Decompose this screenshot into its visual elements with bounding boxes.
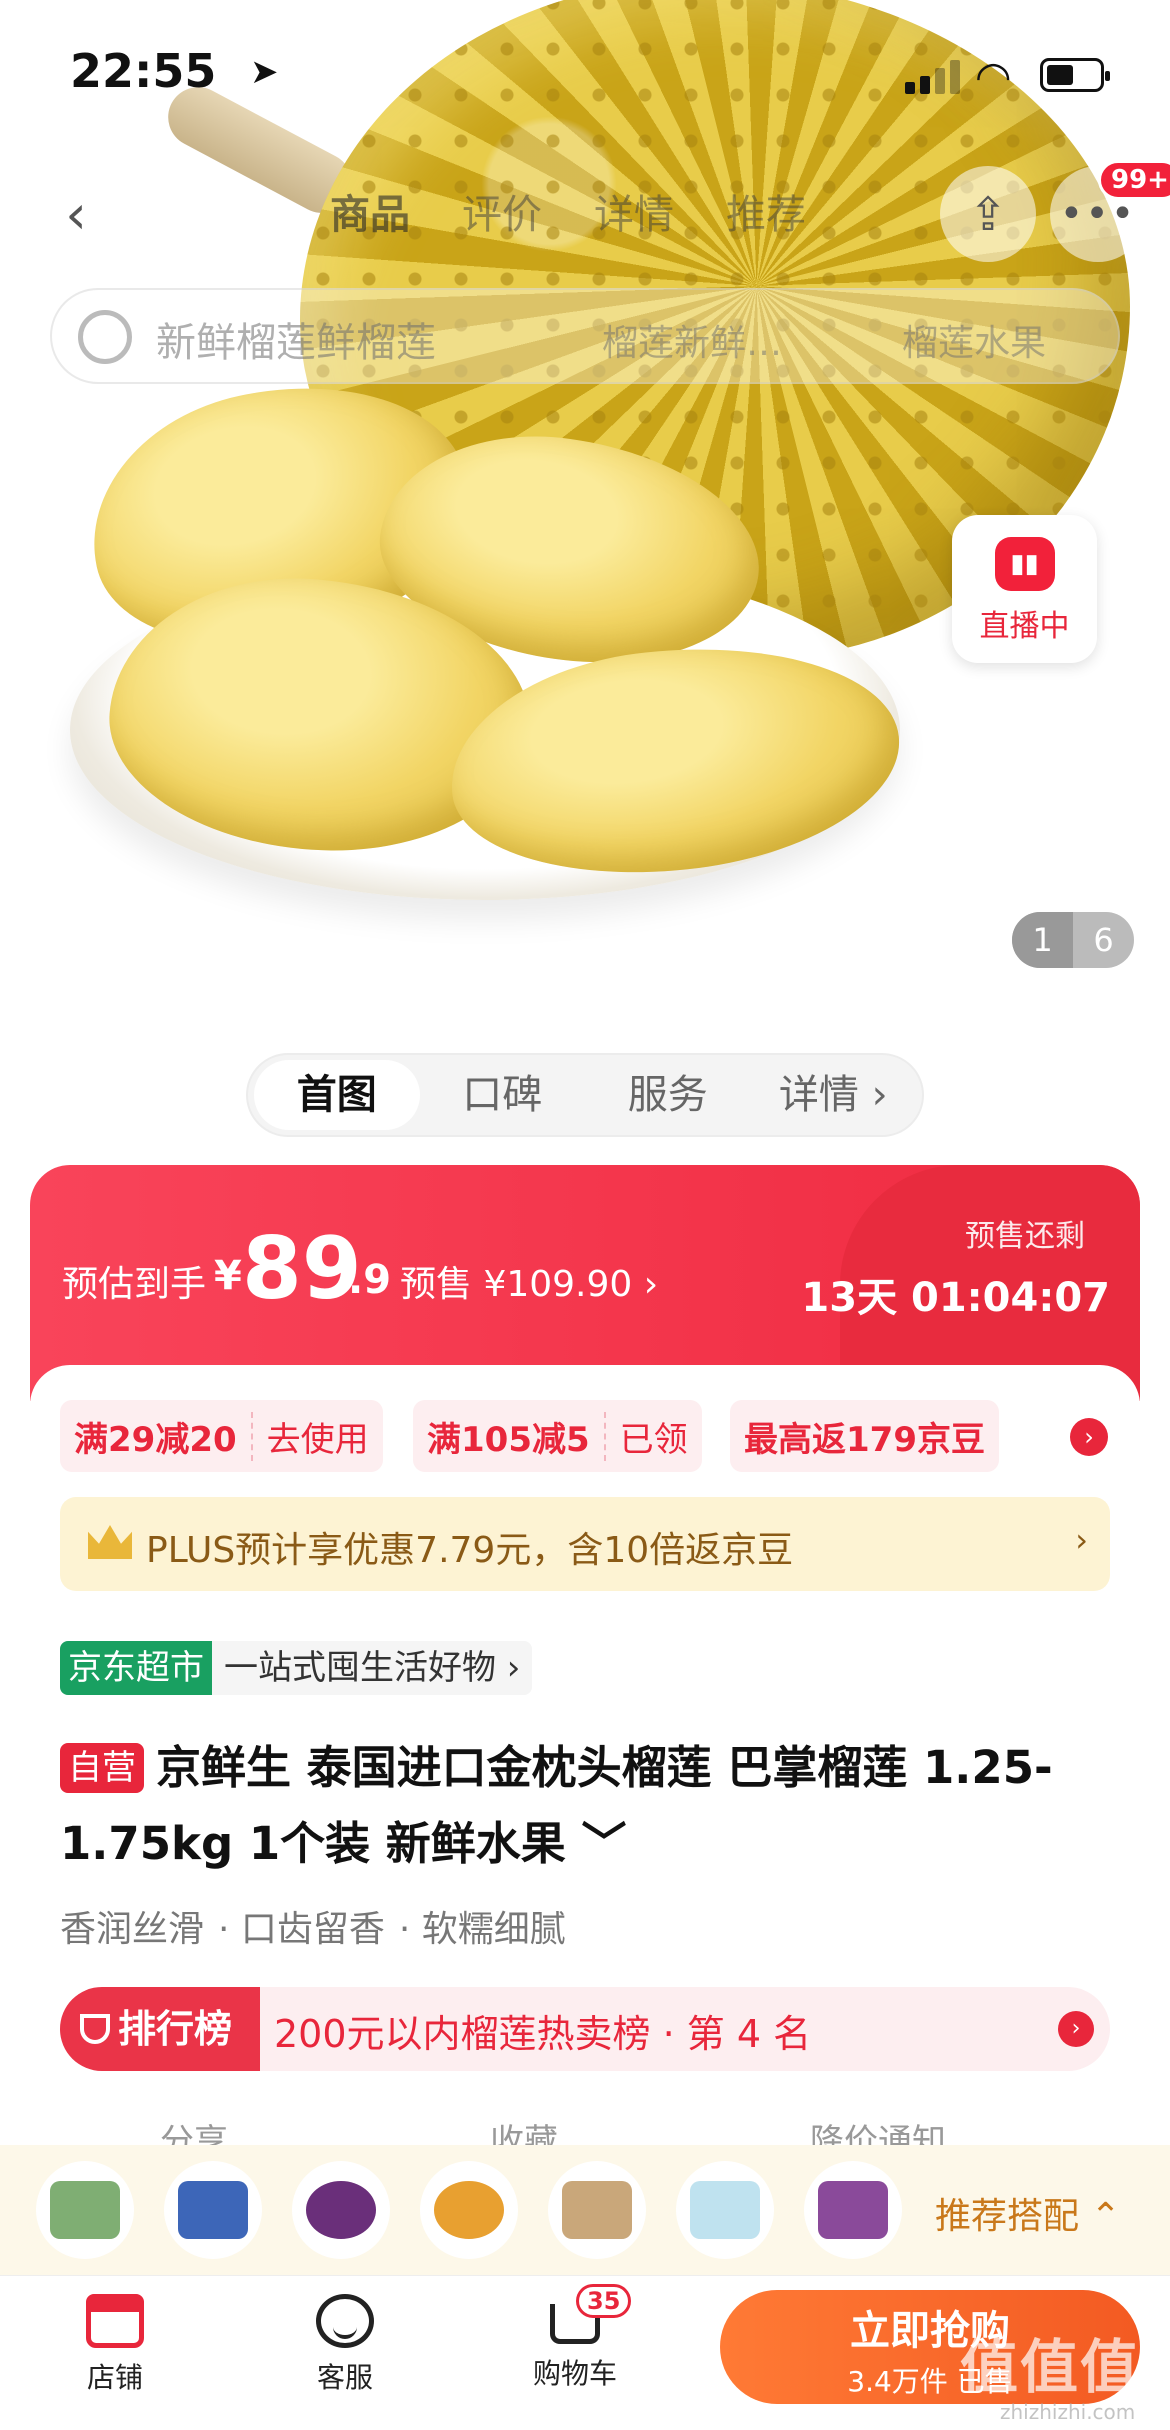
coupon-arrow-icon[interactable]: › — [1070, 1418, 1108, 1456]
live-button[interactable]: ▮▮ 直播中 — [952, 515, 1097, 663]
coupon[interactable]: 满29减20 去使用 — [60, 1400, 383, 1472]
service-label: 客服 — [316, 2361, 373, 2394]
location-icon: ➤ — [250, 52, 279, 92]
recommend-thumb[interactable] — [36, 2161, 134, 2259]
trophy-icon — [80, 2014, 110, 2044]
coupon-action: 已领 — [603, 1411, 702, 1461]
store-button[interactable]: 店铺 — [55, 2294, 175, 2396]
price-currency: ¥ — [214, 1253, 242, 1299]
service-button[interactable]: 客服 — [285, 2294, 405, 2396]
product-title[interactable]: 自营 京鲜生 泰国进口金枕头榴莲 巴掌榴莲 1.25-1.75kg 1个装 新鲜水… — [60, 1730, 1120, 1882]
wifi-icon: ◠ — [975, 52, 1012, 101]
recommend-strip: 推荐搭配 ⌃ — [0, 2145, 1170, 2275]
presale-price[interactable]: 预售 ¥109.90 › — [400, 1255, 658, 1307]
nav-tabs: 商品 评价 详情 推荐 — [330, 182, 806, 240]
product-image[interactable] — [0, 0, 1170, 1010]
recommend-thumb[interactable] — [420, 2161, 518, 2259]
coupon-title: 最高返179京豆 — [744, 1419, 985, 1460]
pager-total: 6 — [1093, 921, 1114, 959]
store-slogan: 一站式囤生活好物 › — [212, 1641, 533, 1695]
ranking-label-text: 排行榜 — [118, 2007, 233, 2051]
coupon-action[interactable]: 去使用 — [250, 1411, 383, 1461]
status-bar: 22:55 ➤ ◠ — [0, 0, 1170, 140]
coupon-title: 满105减5 — [427, 1419, 590, 1460]
store-icon — [86, 2294, 144, 2348]
service-icon — [316, 2294, 374, 2348]
share-icon: ⇪ — [968, 187, 1008, 241]
back-button[interactable]: ‹ — [28, 166, 124, 262]
search-chip[interactable]: 榴莲新鲜… — [602, 314, 782, 366]
tab-service[interactable]: 服务 — [585, 1060, 751, 1130]
store-name: 京东超市 — [60, 1641, 212, 1695]
recommend-thumb[interactable] — [164, 2161, 262, 2259]
tab-details[interactable]: 详情 — [594, 182, 674, 240]
section-tabs: 首图 口碑 服务 详情 › — [246, 1053, 924, 1137]
product-tag: · 软糯细腻 — [398, 1909, 566, 1950]
search-placeholder: 新鲜榴莲鲜榴莲 — [156, 320, 436, 366]
recommend-label[interactable]: 推荐搭配 ⌃ — [935, 2187, 1121, 2239]
cart-count-badge: 35 — [576, 2284, 632, 2318]
tab-detail[interactable]: 详情 › — [751, 1060, 917, 1130]
product-tag: 香润丝滑 — [60, 1909, 205, 1950]
cart-label: 购物车 — [532, 2357, 617, 2390]
chevron-right-icon: › — [1058, 2011, 1094, 2047]
price-integer: 89 — [242, 1219, 362, 1319]
battery-icon — [1040, 58, 1110, 92]
signal-icon — [905, 60, 965, 94]
presale-countdown: 13天 01:04:07 — [801, 1275, 1110, 1321]
watermark: 值值值 — [960, 2333, 1141, 2401]
recommend-thumb[interactable] — [548, 2161, 646, 2259]
ranking-banner[interactable]: 排行榜 200元以内榴莲热卖榜 · 第 4 名 › — [60, 1987, 1110, 2071]
status-time: 22:55 — [70, 44, 217, 98]
price-decimal: .9 — [348, 1257, 392, 1303]
crown-icon — [88, 1525, 132, 1559]
product-tags: 香润丝滑 · 口齿留香 · 软糯细腻 — [60, 1900, 566, 1952]
tab-reviews[interactable]: 评价 — [462, 182, 542, 240]
pager-current: 1 — [1012, 912, 1073, 968]
tab-product[interactable]: 商品 — [330, 182, 410, 240]
ranking-text: 200元以内榴莲热卖榜 · 第 4 名 — [274, 2012, 812, 2056]
live-label: 直播中 — [979, 609, 1070, 644]
plus-text: PLUS预计享优惠7.79元，含10倍返京豆 — [146, 1530, 794, 1571]
live-icon: ▮▮ — [994, 537, 1055, 591]
search-chip[interactable]: 榴莲水果 — [902, 314, 1046, 366]
search-icon — [78, 310, 132, 364]
ranking-label: 排行榜 — [60, 1987, 260, 2071]
store-label: 店铺 — [86, 2361, 143, 2394]
plus-discount-banner[interactable]: PLUS预计享优惠7.79元，含10倍返京豆 › — [60, 1497, 1110, 1591]
message-badge: 99+ — [1098, 160, 1170, 200]
watermark-site: zhizhizhi.com — [1000, 2400, 1136, 2424]
self-operated-badge: 自营 — [60, 1743, 144, 1793]
tab-main-image[interactable]: 首图 — [254, 1060, 420, 1130]
store-tag[interactable]: 京东超市 一站式囤生活好物 › — [60, 1641, 533, 1695]
presale-remaining-label: 预售还剩 — [965, 1219, 1085, 1254]
share-button[interactable]: ⇪ — [940, 166, 1036, 262]
tab-recommend[interactable]: 推荐 — [726, 182, 806, 240]
tab-reputation[interactable]: 口碑 — [420, 1060, 586, 1130]
product-title-text: 京鲜生 泰国进口金枕头榴莲 巴掌榴莲 1.25-1.75kg 1个装 新鲜水果 … — [60, 1741, 1053, 1870]
image-pager: 1 6 — [1012, 912, 1134, 968]
back-icon: ‹ — [65, 182, 87, 246]
chevron-right-icon: › — [1075, 1521, 1088, 1559]
coupon-row: 满29减20 去使用 满105减5 已领 最高返179京豆 › — [30, 1400, 1140, 1474]
search-bar[interactable]: 新鲜榴莲鲜榴莲 榴莲新鲜… 榴莲水果 — [50, 288, 1120, 384]
recommend-thumb[interactable] — [676, 2161, 774, 2259]
product-page: 22:55 ➤ ◠ ‹ 商品 评价 详情 推荐 ⇪ ••• 99+ 新鲜榴莲鲜榴… — [0, 0, 1170, 2430]
coupon[interactable]: 最高返179京豆 — [730, 1400, 999, 1472]
top-nav: ‹ 商品 评价 详情 推荐 ⇪ ••• 99+ — [0, 160, 1170, 270]
recommend-thumb[interactable] — [292, 2161, 390, 2259]
coupon[interactable]: 满105减5 已领 — [413, 1400, 702, 1472]
product-tag: · 口齿留香 — [218, 1909, 385, 1950]
price-label: 预估到手 — [62, 1264, 207, 1305]
coupon-title: 满29减20 — [74, 1419, 237, 1460]
recommend-thumb[interactable] — [804, 2161, 902, 2259]
